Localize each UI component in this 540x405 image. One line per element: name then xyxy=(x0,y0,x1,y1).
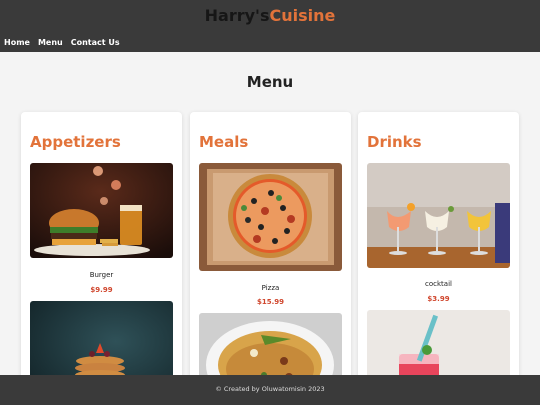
brand-name-accent: Cuisine xyxy=(269,6,336,25)
footer: © Created by Oluwatomisin 2023 xyxy=(0,375,540,405)
item-name: Burger xyxy=(89,271,114,279)
item-name: cocktail xyxy=(425,280,452,288)
brand-name: Harry's xyxy=(204,6,270,25)
main-nav: Home Menu Contact Us xyxy=(4,38,120,47)
menu-card-drinks: Drinks cocktail $3.99 xyxy=(358,112,519,402)
pizza-photo xyxy=(199,163,342,271)
menu-card-appetizers: Appetizers Burger $9.99 xyxy=(21,112,182,402)
card-title: Meals xyxy=(199,133,249,151)
card-title: Drinks xyxy=(367,133,422,151)
header: Harry'sCuisine Home Menu Contact Us xyxy=(0,0,540,52)
item-price: $3.99 xyxy=(427,295,450,303)
item-name: Pizza xyxy=(261,284,280,292)
nav-contact[interactable]: Contact Us xyxy=(71,38,120,47)
page-title: Menu xyxy=(246,73,294,91)
cocktails-photo xyxy=(367,163,510,268)
item-price: $9.99 xyxy=(90,286,113,294)
footer-text: © Created by Oluwatomisin 2023 xyxy=(215,385,325,393)
nav-menu[interactable]: Menu xyxy=(38,38,63,47)
menu-card-meals: Meals Pizza $15.99 xyxy=(190,112,351,402)
site-logo[interactable]: Harry'sCuisine xyxy=(0,6,540,25)
nav-home[interactable]: Home xyxy=(4,38,30,47)
card-title: Appetizers xyxy=(30,133,121,151)
burger-photo xyxy=(30,163,173,258)
item-price: $15.99 xyxy=(256,298,284,306)
